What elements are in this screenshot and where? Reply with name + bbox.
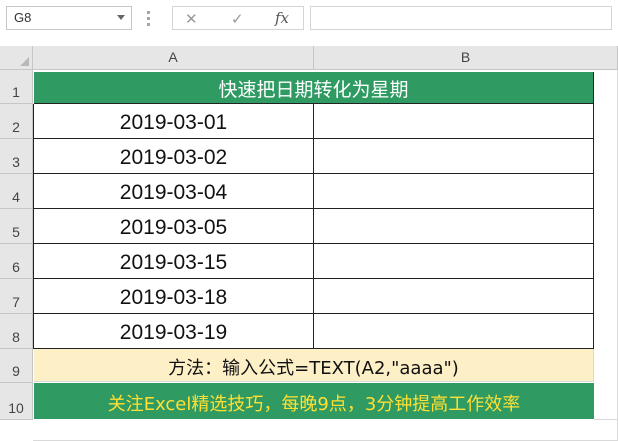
date-value: 2019-03-05	[119, 216, 228, 239]
tip-text: 关注Excel精选技巧，每晚9点，3分钟提高工作效率	[107, 394, 521, 415]
date-cell[interactable]: 2019-03-05	[33, 209, 314, 244]
chevron-down-icon[interactable]	[117, 15, 125, 20]
weekday-cell[interactable]	[314, 279, 594, 314]
close-icon[interactable]: ✕	[185, 10, 198, 28]
row-header-3[interactable]: 3	[0, 139, 33, 174]
name-box-value: G8	[14, 10, 32, 25]
weekday-cell[interactable]	[314, 314, 594, 349]
row-header-4[interactable]: 4	[0, 174, 33, 209]
column-header-b[interactable]: B	[314, 46, 618, 70]
row-header-6[interactable]: 6	[0, 244, 33, 279]
row-header-2[interactable]: 2	[0, 104, 33, 139]
tip-cell[interactable]: 关注Excel精选技巧，每晚9点，3分钟提高工作效率	[34, 383, 594, 419]
date-value: 2019-03-18	[119, 286, 228, 309]
weekday-cell[interactable]	[314, 209, 594, 244]
row-header-5[interactable]: 5	[0, 209, 33, 244]
formula-input[interactable]	[310, 6, 612, 30]
check-icon[interactable]: ✓	[231, 10, 244, 28]
row-header-7[interactable]: 7	[0, 279, 33, 314]
row-header-1[interactable]: 1	[0, 70, 33, 104]
date-value: 2019-03-15	[119, 251, 228, 274]
weekday-cell[interactable]	[314, 139, 594, 174]
date-cell[interactable]: 2019-03-19	[33, 314, 314, 349]
date-cell[interactable]: 2019-03-04	[33, 174, 314, 209]
select-all-triangle-icon	[20, 57, 29, 66]
row-header-10[interactable]: 10	[0, 383, 33, 420]
empty-cell[interactable]	[594, 70, 618, 420]
empty-cell[interactable]	[33, 420, 618, 441]
date-value: 2019-03-01	[119, 111, 228, 134]
formula-bar-buttons: ✕ ✓ fx	[172, 6, 304, 30]
method-cell[interactable]: 方法：输入公式=TEXT(A2,"aaaa")	[34, 349, 594, 382]
method-text: 方法：输入公式=TEXT(A2,"aaaa")	[168, 358, 459, 379]
weekday-cell[interactable]	[314, 244, 594, 279]
row-header-8[interactable]: 8	[0, 314, 33, 349]
sheet-title: 快速把日期转化为星期	[218, 79, 409, 101]
weekday-cell[interactable]	[314, 174, 594, 209]
weekday-cell[interactable]	[314, 104, 594, 139]
row-header-9[interactable]: 9	[0, 349, 33, 383]
select-all-button[interactable]	[0, 46, 33, 70]
title-cell[interactable]: 快速把日期转化为星期	[34, 72, 594, 104]
formula-bar: G8 ✕ ✓ fx	[0, 0, 618, 39]
date-cell[interactable]: 2019-03-18	[33, 279, 314, 314]
date-value: 2019-03-04	[119, 181, 228, 204]
date-cell[interactable]: 2019-03-15	[33, 244, 314, 279]
date-cell[interactable]: 2019-03-01	[33, 104, 314, 139]
date-value: 2019-03-02	[119, 146, 228, 169]
fx-icon[interactable]: fx	[275, 9, 289, 27]
name-box[interactable]: G8	[6, 6, 132, 30]
date-cell[interactable]: 2019-03-02	[33, 139, 314, 174]
formula-bar-grip-icon[interactable]	[147, 11, 150, 26]
column-header-a[interactable]: A	[33, 46, 314, 70]
date-value: 2019-03-19	[119, 321, 228, 344]
